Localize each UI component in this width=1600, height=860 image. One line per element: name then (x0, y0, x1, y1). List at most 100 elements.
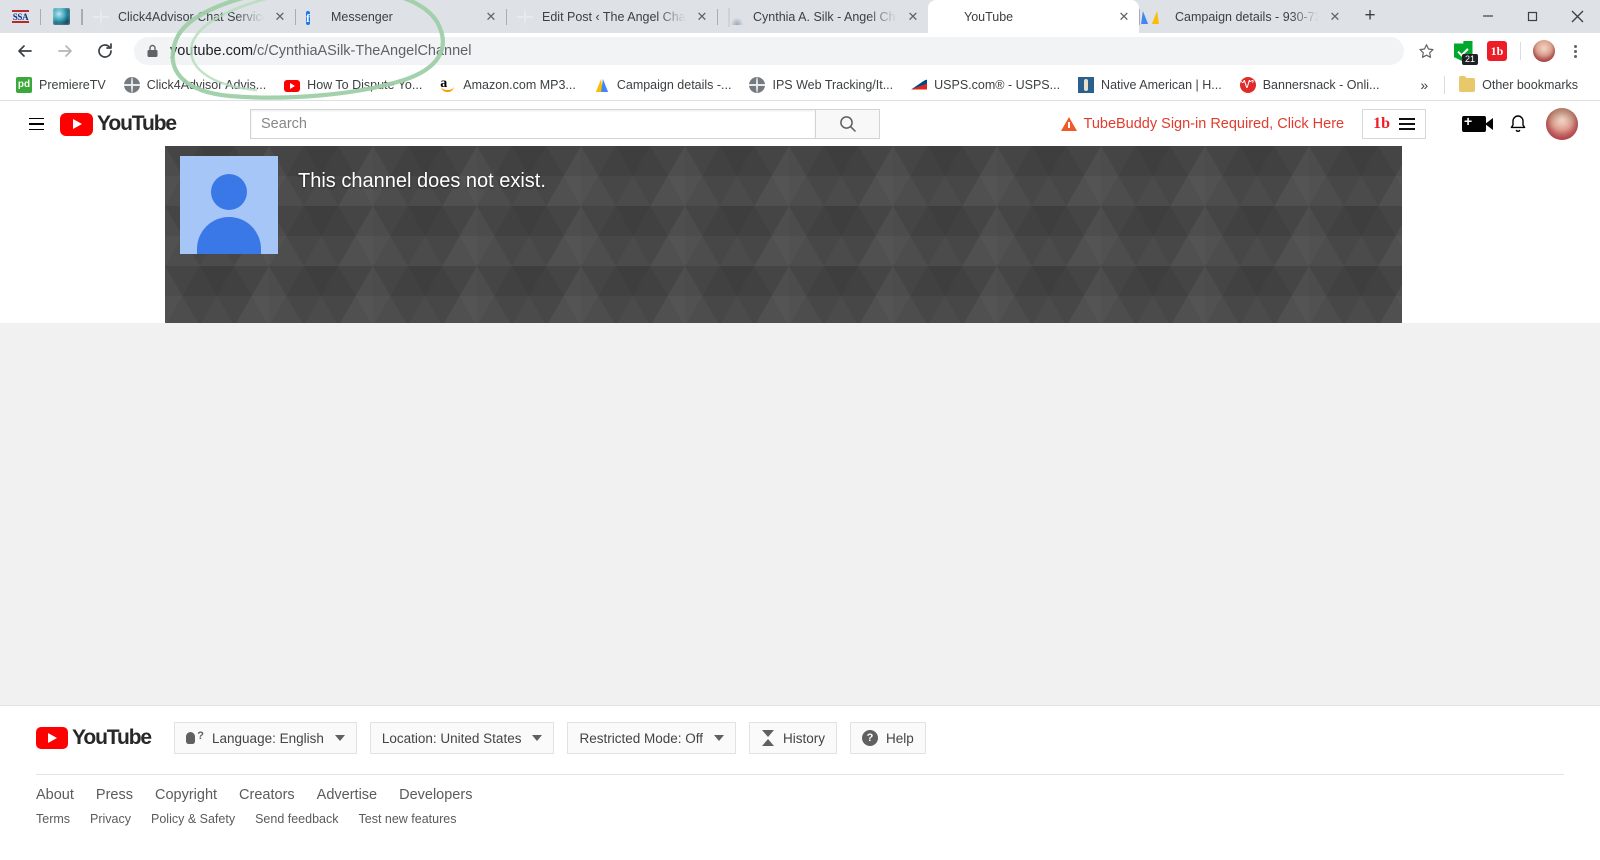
bannersnack-icon (1239, 76, 1256, 93)
bookmark-item[interactable]: USPS.com® - USPS... (903, 73, 1068, 97)
footer-link-send-feedback[interactable]: Send feedback (255, 812, 338, 826)
footer-link-test-new-features[interactable]: Test new features (359, 812, 457, 826)
angel-icon (728, 7, 744, 27)
youtube-logo-text: YouTube (97, 112, 177, 135)
forward-button[interactable] (50, 36, 80, 66)
new-tab-button[interactable]: + (1356, 2, 1384, 30)
help-button[interactable]: ? Help (850, 722, 926, 754)
bookmark-item[interactable]: Click4Advisor Advis... (116, 73, 274, 97)
footer-link-about[interactable]: About (36, 787, 74, 803)
search-button[interactable] (816, 109, 881, 139)
bookmark-item[interactable]: Campaign details -... (586, 73, 740, 97)
tab-close-button[interactable]: ✕ (690, 5, 714, 29)
tubebuddy-logo-icon: 1b (1373, 115, 1390, 132)
browser-tab-4-active[interactable]: YouTube ✕ (928, 0, 1139, 33)
location-selector-button[interactable]: Location: United States (369, 722, 555, 754)
create-video-icon[interactable] (1452, 104, 1496, 144)
globe-icon (517, 9, 533, 25)
footer-secondary-links: Terms Privacy Policy & Safety Send feedb… (0, 803, 1600, 826)
pinned-tab-image[interactable] (41, 0, 82, 33)
tab-title: Click4Advisor Chat Service (118, 9, 264, 24)
tab-close-button[interactable]: ✕ (268, 5, 292, 29)
footer-link-creators[interactable]: Creators (239, 787, 295, 803)
masthead-right-controls: TubeBuddy Sign-in Required, Click Here 1… (1060, 104, 1585, 144)
tab-separator (295, 9, 296, 25)
browser-tab-0[interactable]: Click4Advisor Chat Service ✕ (82, 0, 295, 33)
footer-youtube-logo[interactable]: YouTube (36, 726, 152, 750)
window-maximize-button[interactable] (1510, 0, 1555, 32)
other-bookmarks-folder[interactable]: Other bookmarks (1451, 73, 1586, 97)
tab-title: Messenger (331, 9, 393, 24)
tubebuddy-signin-alert[interactable]: TubeBuddy Sign-in Required, Click Here (1060, 116, 1344, 132)
browser-tab-strip: SSA Click4Advisor Chat Service ✕ f Messe… (0, 0, 1600, 33)
native-american-icon (1078, 76, 1095, 93)
profile-avatar[interactable] (1531, 38, 1557, 64)
tubebuddy-extension-icon[interactable]: 1b (1484, 38, 1510, 64)
bookmark-item[interactable]: Native American | H... (1070, 73, 1230, 97)
search-bar: Search (250, 109, 881, 139)
footer-link-advertise[interactable]: Advertise (317, 787, 377, 803)
globe-icon (123, 76, 140, 93)
evernote-extension-icon[interactable]: 21 (1450, 38, 1478, 65)
footer-link-copyright[interactable]: Copyright (155, 787, 217, 803)
browser-tab-2[interactable]: Edit Post ‹ The Angel Channe ✕ (506, 0, 717, 33)
history-button[interactable]: History (749, 722, 838, 754)
youtube-page: YouTube Search TubeBuddy Sign-in Require… (0, 101, 1600, 860)
folder-icon (1459, 75, 1476, 93)
pd-icon: pd (16, 76, 32, 93)
restricted-mode-label: Restricted Mode: Off (579, 730, 704, 746)
bookmarks-overflow-button[interactable]: » (1410, 77, 1438, 93)
tab-close-button[interactable]: ✕ (1323, 5, 1347, 29)
address-bar[interactable]: youtube.com/c/CynthiaASilk-TheAngelChann… (134, 37, 1404, 65)
hamburger-menu-icon[interactable] (16, 104, 56, 144)
bookmark-item[interactable]: Bannersnack - Onli... (1232, 73, 1388, 97)
tubebuddy-toolbar-button[interactable]: 1b (1362, 109, 1426, 139)
bookmark-item[interactable]: a Amazon.com MP3... (432, 73, 584, 97)
tubebuddy-menu-icon (1399, 118, 1415, 130)
address-bar-url: youtube.com/c/CynthiaASilk-TheAngelChann… (170, 43, 471, 59)
window-minimize-button[interactable] (1465, 0, 1510, 32)
bookmark-item[interactable]: pd PremiereTV (8, 73, 114, 97)
language-selector-button[interactable]: Language: English (174, 722, 357, 754)
bookmark-label: USPS.com® - USPS... (934, 77, 1061, 92)
tab-separator (1139, 9, 1140, 25)
tab-close-button[interactable]: ✕ (479, 5, 503, 29)
footer-link-policy-safety[interactable]: Policy & Safety (151, 812, 235, 826)
search-icon (839, 116, 856, 133)
footer-link-developers[interactable]: Developers (399, 787, 472, 803)
restricted-mode-button[interactable]: Restricted Mode: Off (567, 722, 737, 754)
globe-icon (93, 9, 109, 25)
footer-link-privacy[interactable]: Privacy (90, 812, 131, 826)
history-label: History (783, 730, 826, 746)
tab-separator (506, 9, 507, 25)
bookmark-item[interactable]: IPS Web Tracking/It... (741, 73, 901, 97)
pinned-tab-ssa[interactable]: SSA (0, 0, 41, 33)
bookmark-star-icon[interactable] (1412, 37, 1440, 65)
ssa-icon: SSA (12, 10, 29, 23)
footer-link-press[interactable]: Press (96, 787, 133, 803)
chevron-down-icon (714, 735, 725, 741)
lock-icon (146, 44, 160, 58)
back-button[interactable] (10, 36, 40, 66)
reload-button[interactable] (90, 36, 120, 66)
account-avatar[interactable] (1540, 104, 1584, 144)
usps-icon (911, 76, 928, 93)
browser-tab-1[interactable]: f Messenger ✕ (295, 0, 506, 33)
youtube-logo[interactable]: YouTube (60, 112, 177, 136)
notifications-bell-icon[interactable] (1496, 104, 1540, 144)
search-input[interactable]: Search (250, 109, 817, 139)
chevron-down-icon (334, 735, 345, 741)
bookmark-label: How To Dispute Yo... (307, 77, 423, 92)
chrome-menu-icon[interactable] (1561, 44, 1589, 58)
tab-close-button[interactable]: ✕ (1112, 5, 1136, 29)
globe-photo-icon (53, 8, 70, 25)
tab-close-button[interactable]: ✕ (901, 5, 925, 29)
browser-tab-5[interactable]: Campaign details - 930-734- ✕ (1139, 0, 1350, 33)
youtube-icon (939, 9, 955, 25)
footer-link-terms[interactable]: Terms (36, 812, 70, 826)
youtube-play-icon (60, 112, 93, 136)
browser-tab-3[interactable]: Cynthia A. Silk - Angel Chann ✕ (717, 0, 928, 33)
bookmarks-divider (1444, 75, 1446, 94)
window-close-button[interactable] (1555, 0, 1600, 32)
bookmark-item[interactable]: How To Dispute Yo... (276, 73, 430, 97)
